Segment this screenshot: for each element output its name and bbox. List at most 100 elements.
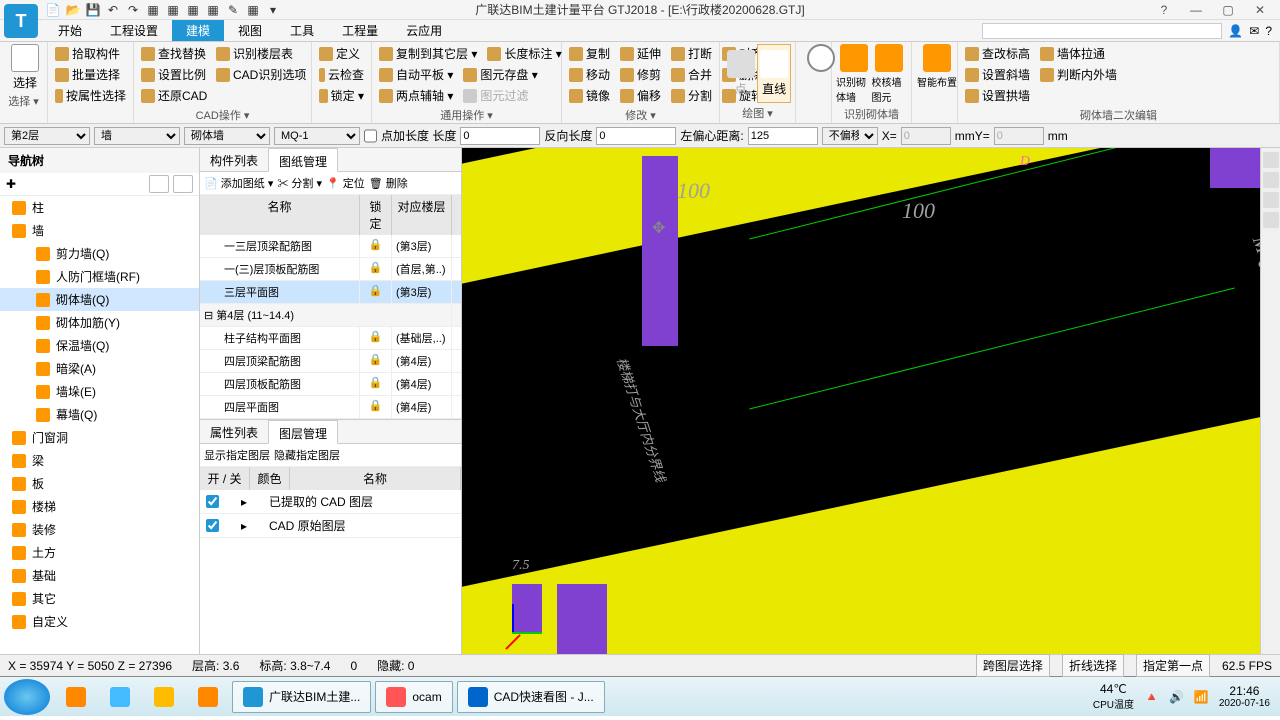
tab-drawings[interactable]: 图纸管理: [268, 148, 338, 172]
vt-icon[interactable]: [1263, 192, 1279, 208]
line-button[interactable]: 直线: [757, 44, 791, 103]
wall-through-button[interactable]: 墙体拉通: [1037, 44, 1108, 63]
user-icon[interactable]: 👤: [1228, 24, 1243, 38]
auto-slab-button[interactable]: 自动平板 ▾: [376, 65, 456, 84]
code-select[interactable]: MQ-1: [274, 127, 360, 145]
help-icon[interactable]: ?: [1152, 3, 1176, 17]
tree-group[interactable]: 自定义: [0, 610, 199, 633]
tree-item[interactable]: 幕墙(Q): [0, 403, 199, 426]
hide-layer-button[interactable]: 隐藏指定图层: [274, 447, 340, 463]
help2-icon[interactable]: ?: [1265, 24, 1272, 38]
tray-icon[interactable]: 🔺: [1144, 690, 1159, 704]
tree-group[interactable]: 墙: [0, 219, 199, 242]
show-layer-button[interactable]: 显示指定图层: [204, 447, 270, 463]
two-axis-button[interactable]: 两点辅轴 ▾: [376, 86, 456, 105]
tab-view[interactable]: 视图: [224, 20, 276, 41]
tb-pin4[interactable]: [188, 681, 228, 713]
cad-options-button[interactable]: CAD识别选项: [213, 65, 309, 84]
offset-button[interactable]: 偏移: [617, 86, 664, 105]
task-gtj[interactable]: 广联达BIM土建...: [232, 681, 371, 713]
tb-pin2[interactable]: [100, 681, 140, 713]
drawing-row[interactable]: 四层平面图🔒(第4层): [200, 396, 461, 419]
tree-item[interactable]: 暗梁(A): [0, 357, 199, 380]
tab-start[interactable]: 开始: [44, 20, 96, 41]
view-grid-icon[interactable]: [173, 175, 193, 193]
tree-item[interactable]: 砌体加筋(Y): [0, 311, 199, 334]
tray-icon[interactable]: 🔊: [1169, 690, 1184, 704]
sb-btn-first[interactable]: 指定第一点: [1136, 654, 1210, 677]
mirror-button[interactable]: 镜像: [566, 86, 613, 105]
trim-button[interactable]: 修剪: [617, 65, 664, 84]
copy-button[interactable]: 复制: [566, 44, 613, 63]
lock-button[interactable]: 锁定 ▾: [316, 86, 367, 105]
qat-ic[interactable]: ▦: [144, 2, 162, 18]
drawing-row[interactable]: ⊟ 第4层 (11~14.4): [200, 304, 461, 327]
vt-icon[interactable]: [1263, 152, 1279, 168]
arch-wall-button[interactable]: 设置拱墙: [962, 86, 1275, 105]
layer-toggle[interactable]: [206, 495, 219, 508]
qat-redo-icon[interactable]: ↷: [124, 2, 142, 18]
batch-select-button[interactable]: 批量选择: [52, 65, 129, 84]
close-icon[interactable]: ✕: [1248, 3, 1272, 17]
check-wall-button[interactable]: 校核墙图元: [872, 44, 908, 104]
drawing-row[interactable]: 三层平面图🔒(第3层): [200, 281, 461, 304]
layer-toggle[interactable]: [206, 519, 219, 532]
qat-dropdown-icon[interactable]: ▾: [264, 2, 282, 18]
tab-components[interactable]: 构件列表: [200, 148, 268, 171]
qat-save-icon[interactable]: 💾: [84, 2, 102, 18]
len-dim-button[interactable]: 长度标注 ▾: [484, 44, 564, 63]
prop-select-button[interactable]: 按属性选择: [52, 86, 129, 105]
tree-group[interactable]: 装修: [0, 518, 199, 541]
group-select[interactable]: 选择 ▾: [4, 91, 43, 109]
search-input[interactable]: [982, 23, 1222, 39]
merge-button[interactable]: 合并: [668, 65, 715, 84]
tree-item[interactable]: 砌体墙(Q): [0, 288, 199, 311]
split-button[interactable]: ✂ 分割 ▾: [277, 175, 322, 191]
maximize-icon[interactable]: ▢: [1216, 3, 1240, 17]
split-button[interactable]: 分割: [668, 86, 715, 105]
qat-new-icon[interactable]: 📄: [44, 2, 62, 18]
pt-len-input[interactable]: [460, 127, 540, 145]
tab-quantity[interactable]: 工程量: [328, 20, 392, 41]
break-button[interactable]: 打断: [668, 44, 715, 63]
qat-open-icon[interactable]: 📂: [64, 2, 82, 18]
check-elev-button[interactable]: 查改标高: [962, 44, 1033, 63]
tree-item[interactable]: 墙垛(E): [0, 380, 199, 403]
task-ocam[interactable]: ocam: [375, 681, 452, 713]
start-button[interactable]: [4, 679, 50, 715]
slant-wall-button[interactable]: 设置斜墙: [962, 65, 1033, 84]
view-list-icon[interactable]: [149, 175, 169, 193]
layer-row[interactable]: ▸已提取的 CAD 图层: [200, 490, 461, 514]
rev-len-input[interactable]: [596, 127, 676, 145]
group-draw[interactable]: 绘图 ▾: [724, 103, 791, 121]
restore-cad-button[interactable]: 还原CAD: [138, 86, 307, 105]
drawing-row[interactable]: 一(三)层顶板配筋图🔒(首层,第..): [200, 258, 461, 281]
sb-btn-cross[interactable]: 跨图层选择: [976, 654, 1050, 677]
del-draw-button[interactable]: 🗑 删除: [369, 175, 408, 191]
tree-item[interactable]: 剪力墙(Q): [0, 242, 199, 265]
move-button[interactable]: 移动: [566, 65, 613, 84]
msg-icon[interactable]: ✉: [1249, 24, 1259, 38]
off-input[interactable]: [748, 127, 818, 145]
tree-item[interactable]: 人防门框墙(RF): [0, 265, 199, 288]
floor-select[interactable]: 第2层: [4, 127, 90, 145]
tree-group[interactable]: 柱: [0, 196, 199, 219]
vt-icon[interactable]: [1263, 172, 1279, 188]
minimize-icon[interactable]: —: [1184, 3, 1208, 17]
deviation-select[interactable]: 不偏移 ▾: [822, 127, 878, 145]
select-button[interactable]: 选择: [4, 44, 46, 91]
task-cad[interactable]: CAD快速看图 - J...: [457, 681, 605, 713]
drawing-row[interactable]: 四层顶板配筋图🔒(第4层): [200, 373, 461, 396]
qat-ic[interactable]: ▦: [244, 2, 262, 18]
recog-wall-button[interactable]: 识别砌体墙: [836, 44, 872, 104]
recog-floor-button[interactable]: 识别楼层表: [213, 44, 296, 63]
layer-row[interactable]: ▸CAD 原始图层: [200, 514, 461, 538]
define-button[interactable]: 定义: [316, 44, 367, 63]
qat-undo-icon[interactable]: ↶: [104, 2, 122, 18]
drawing-row[interactable]: 一三层顶梁配筋图🔒(第3层): [200, 235, 461, 258]
tree-group[interactable]: 其它: [0, 587, 199, 610]
pt-len-check[interactable]: [364, 127, 377, 145]
set-scale-button[interactable]: 设置比例: [138, 65, 209, 84]
locate-button[interactable]: 📍 定位: [326, 175, 365, 191]
viewport-3d[interactable]: 100 100 MQ-2 7.5 D 楼梯打与大厅内分界线 ✥: [462, 148, 1260, 654]
